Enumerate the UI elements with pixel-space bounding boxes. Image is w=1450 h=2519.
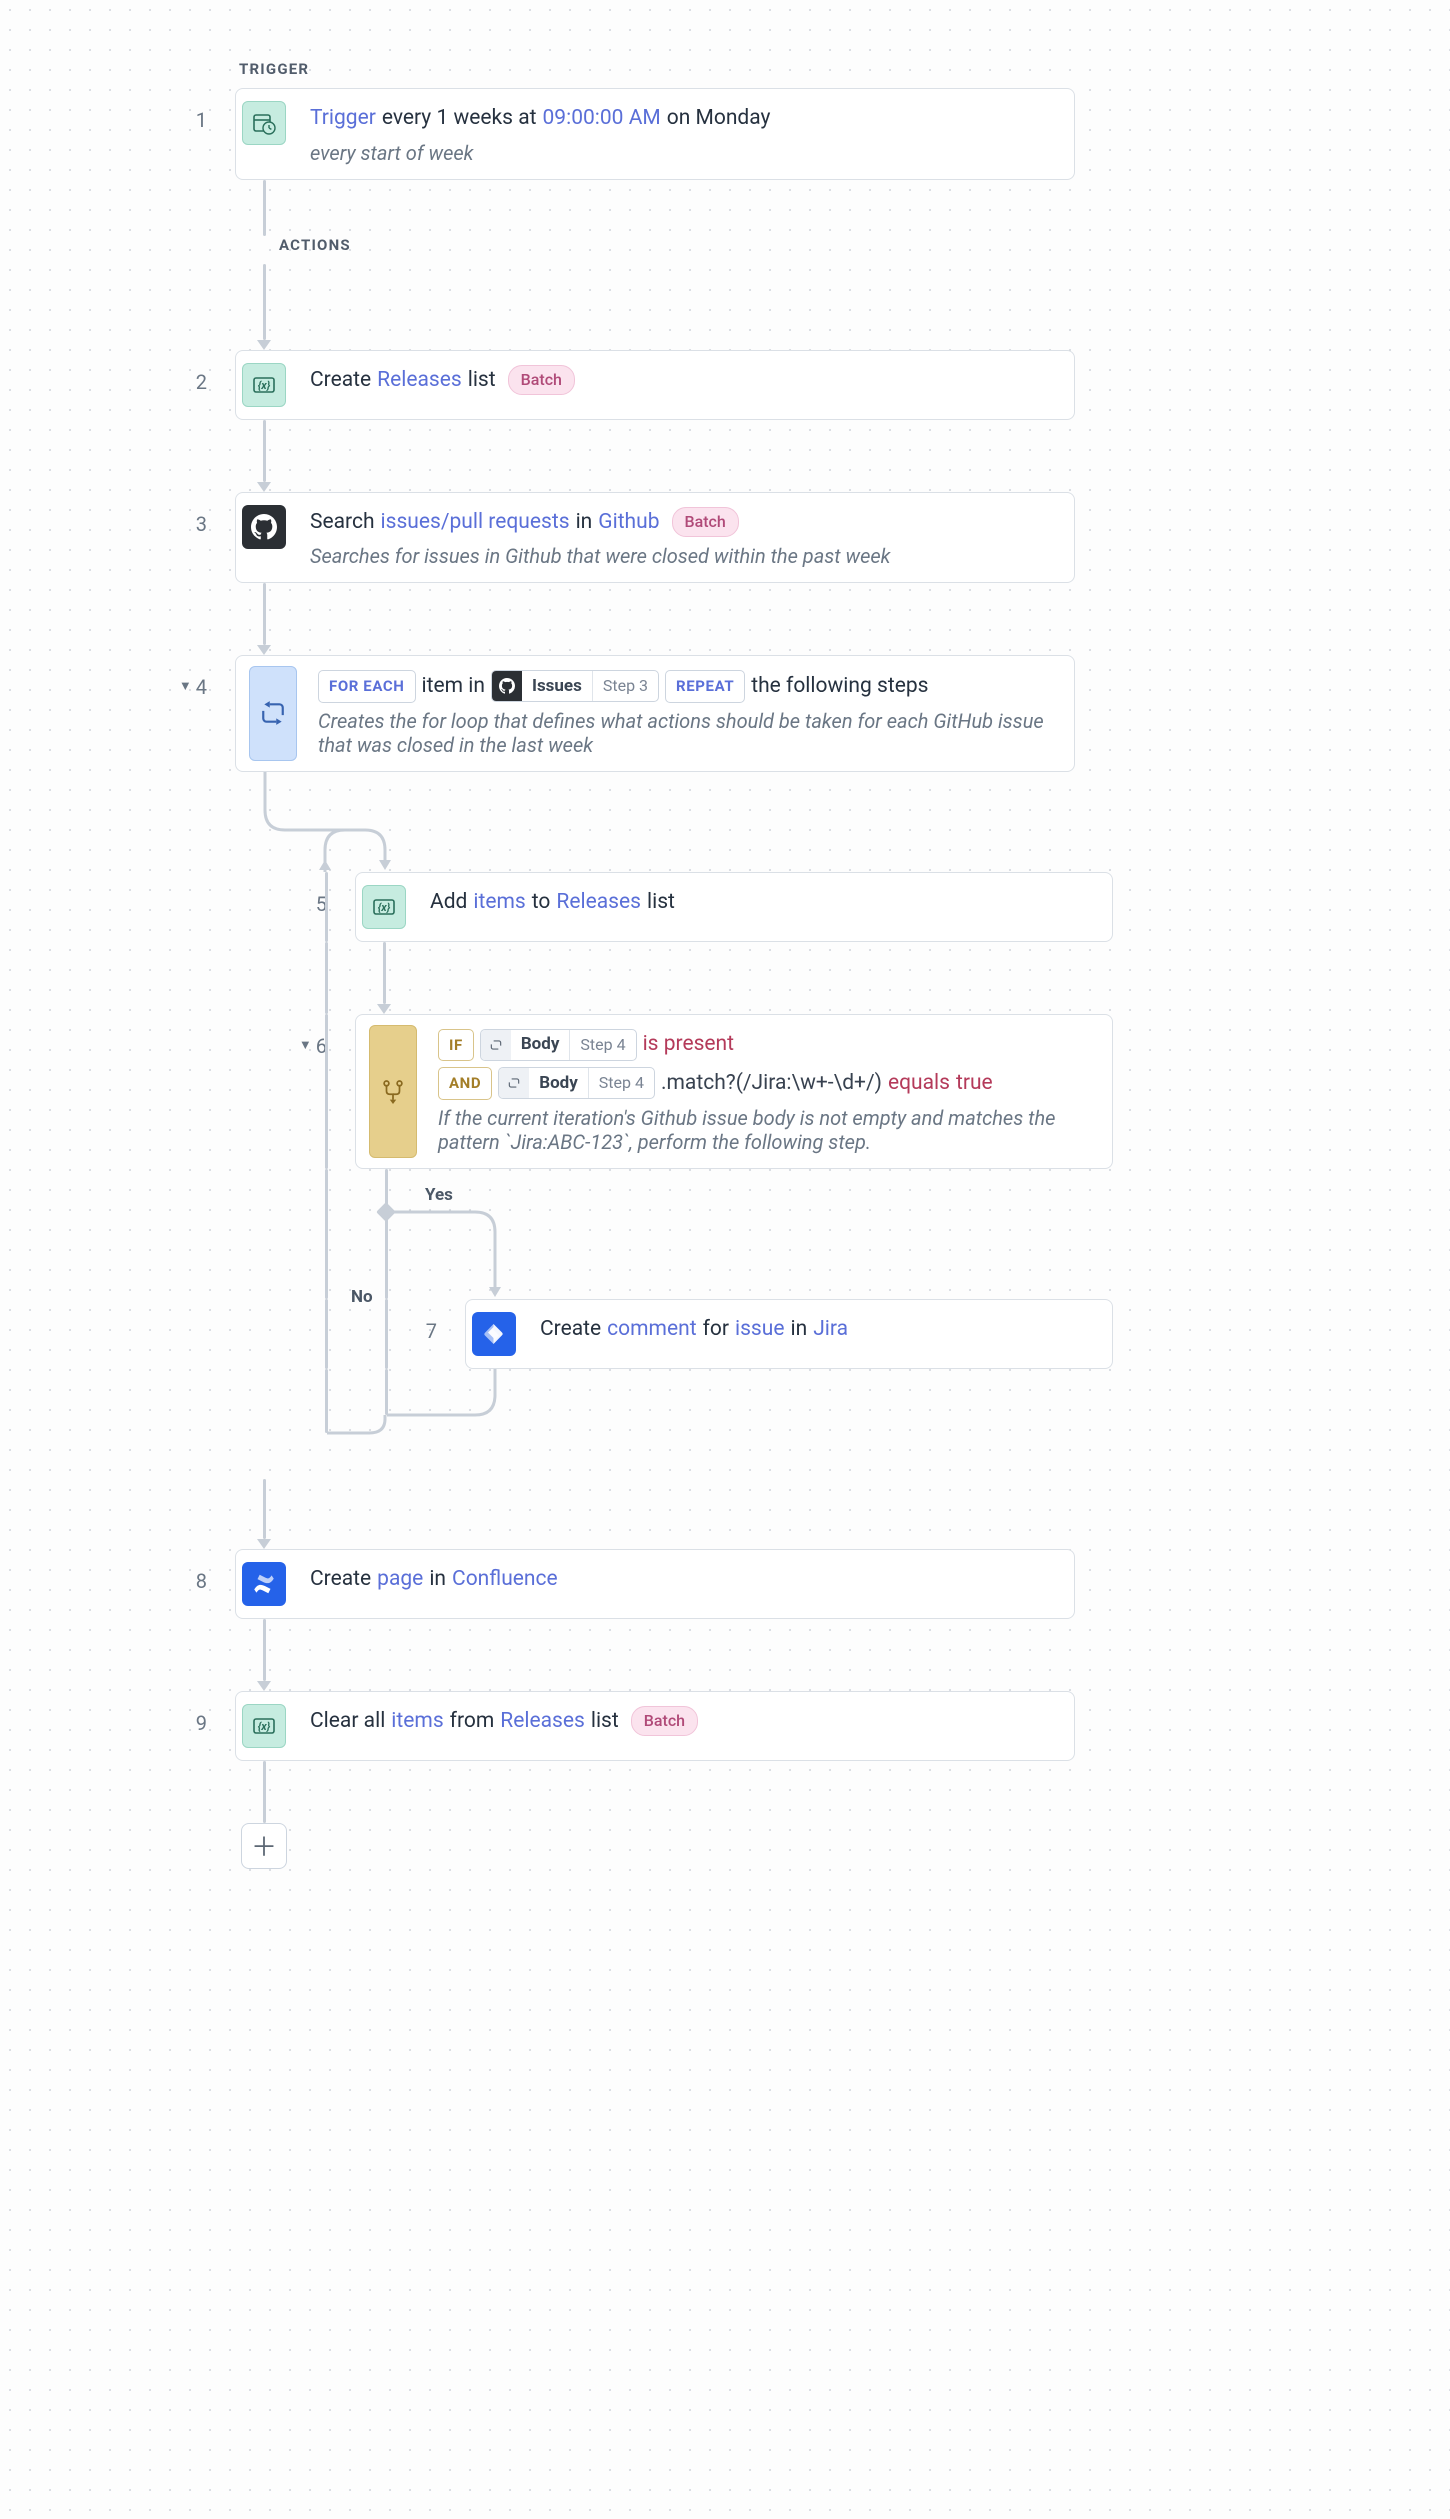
step-number-4[interactable]: ▼4 [175, 655, 235, 719]
variable-icon: {x} [242, 1704, 286, 1748]
step3-description: Searches for issues in Github that were … [310, 544, 1056, 568]
step-card-create-list[interactable]: {x} Create Releases list Batch [235, 350, 1075, 420]
if-line-2: AND Body Step 4 .match?(/Jira:\w+-\d+/) … [438, 1067, 1094, 1100]
plus-icon: ＋ [251, 1827, 277, 1864]
calendar-clock-icon [242, 101, 286, 145]
section-label-actions: ACTIONS [279, 236, 1275, 254]
step-number-3: 3 [175, 492, 235, 556]
datapill-body-2[interactable]: Body Step 4 [498, 1067, 655, 1099]
variable-icon: {x} [242, 363, 286, 407]
batch-badge: Batch [508, 365, 575, 395]
batch-badge: Batch [631, 1706, 698, 1736]
jira-icon [472, 1312, 516, 1356]
step5-summary: Add items to Releases list [430, 887, 1094, 919]
datapill-body-1[interactable]: Body Step 4 [480, 1029, 637, 1061]
variable-icon: {x} [362, 885, 406, 929]
step8-summary: Create page in Confluence [310, 1564, 1056, 1596]
section-label-trigger: TRIGGER [239, 60, 1275, 78]
chevron-down-icon[interactable]: ▼ [299, 1014, 312, 1078]
step-card-jira-comment[interactable]: Create comment for issue in Jira [465, 1299, 1113, 1369]
svg-text:{x}: {x} [378, 901, 391, 914]
step-card-trigger[interactable]: Trigger every 1 weeks at 09:00:00 AM on … [235, 88, 1075, 180]
step-number-1: 1 [175, 88, 235, 152]
chevron-down-icon[interactable]: ▼ [179, 655, 192, 719]
step-number-2: 2 [175, 350, 235, 414]
svg-text:{x}: {x} [258, 1720, 271, 1733]
step3-summary: Search issues/pull requests in Github Ba… [310, 507, 1056, 539]
github-icon [242, 505, 286, 549]
branch-label-yes: Yes [425, 1185, 453, 1205]
if-chip: IF [438, 1029, 474, 1062]
and-chip: AND [438, 1067, 492, 1100]
confluence-icon [242, 1562, 286, 1606]
foreach-chip: FOR EACH [318, 670, 416, 703]
step4-summary: FOR EACH item in Issues Step 3 REPEAT th… [318, 670, 1056, 703]
if-line-1: IF Body Step 4 is present [438, 1029, 1094, 1062]
step-number-9: 9 [175, 1691, 235, 1755]
loop-ref-icon [481, 1030, 511, 1060]
repeat-chip: REPEAT [665, 670, 745, 703]
step7-summary: Create comment for issue in Jira [540, 1314, 1094, 1346]
step-card-clear-list[interactable]: {x} Clear all items from Releases list B… [235, 1691, 1075, 1761]
step-number-8: 8 [175, 1549, 235, 1613]
step9-summary: Clear all items from Releases list Batch [310, 1706, 1056, 1738]
step4-description: Creates the for loop that defines what a… [318, 709, 1056, 757]
trigger-description: every start of week [310, 141, 1056, 165]
step-card-confluence-page[interactable]: Create page in Confluence [235, 1549, 1075, 1619]
step-number-7: 7 [405, 1299, 465, 1363]
trigger-summary: Trigger every 1 weeks at 09:00:00 AM on … [310, 103, 1056, 135]
step2-summary: Create Releases list Batch [310, 365, 1056, 397]
add-step-button[interactable]: ＋ [241, 1823, 287, 1869]
branch-icon [369, 1025, 417, 1158]
step-card-foreach[interactable]: FOR EACH item in Issues Step 3 REPEAT th… [235, 655, 1075, 772]
step-card-if-condition[interactable]: IF Body Step 4 is present AND Body Step … [355, 1014, 1113, 1169]
loop-icon [249, 666, 297, 761]
step-card-add-items[interactable]: {x} Add items to Releases list [355, 872, 1113, 942]
datapill-issues[interactable]: Issues Step 3 [491, 670, 659, 702]
step-card-github-search[interactable]: Search issues/pull requests in Github Ba… [235, 492, 1075, 584]
step6-description: If the current iteration's Github issue … [438, 1106, 1094, 1154]
loop-ref-icon [499, 1068, 529, 1098]
batch-badge: Batch [672, 507, 739, 537]
svg-text:{x}: {x} [258, 379, 271, 392]
